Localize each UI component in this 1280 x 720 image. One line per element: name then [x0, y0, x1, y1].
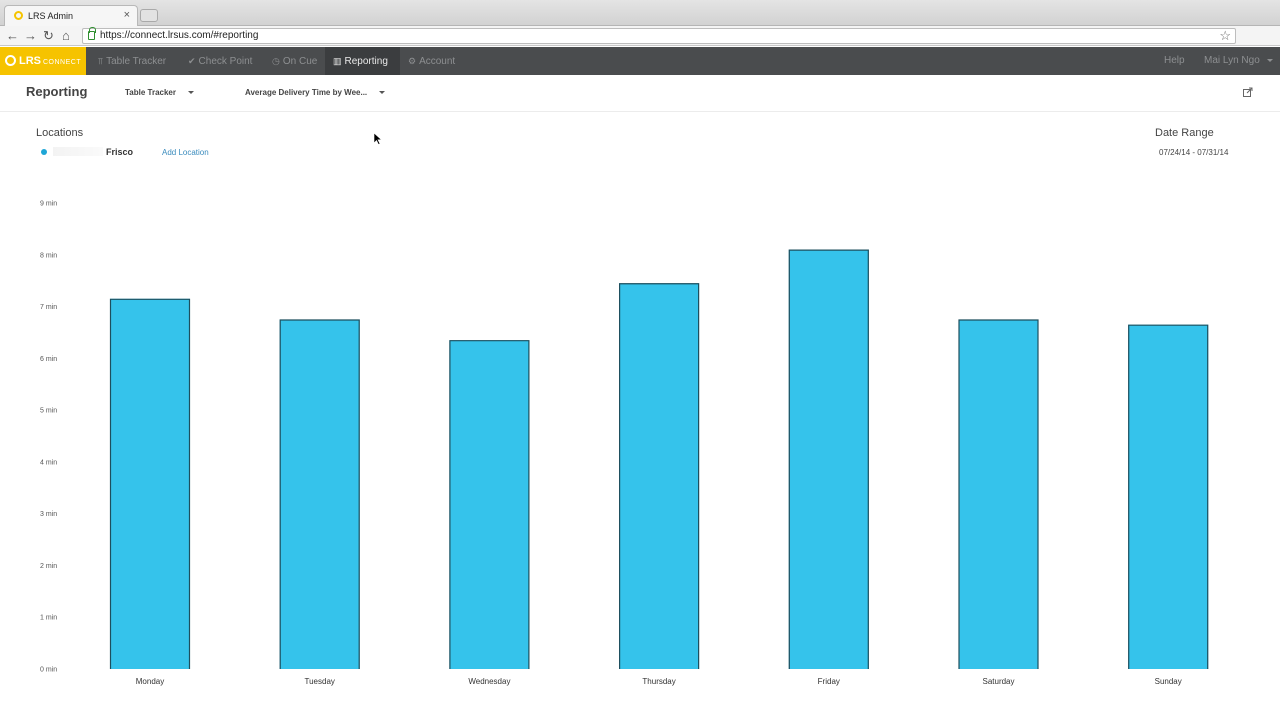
- location-redacted: [53, 147, 103, 156]
- user-name: Mai Lyn Ngo: [1204, 55, 1260, 66]
- nav-label: Reporting: [344, 56, 388, 67]
- bar-thursday[interactable]: [619, 283, 700, 669]
- chevron-down-icon: [1266, 59, 1273, 62]
- app-navbar: LRS CONNECT ⫪ Table Tracker ✔ Check Point ◷…: [0, 47, 1280, 75]
- nav-check-point[interactable]: ✔ Check Point: [180, 47, 260, 75]
- browser-toolbar: ← → ↻ ⌂ https://connect.lrsus.com/#repor…: [0, 26, 1280, 66]
- close-tab-icon[interactable]: ×: [124, 9, 130, 21]
- logo-ring-icon: [5, 55, 16, 66]
- page-title: Reporting: [26, 84, 88, 99]
- reload-icon[interactable]: ↻: [43, 28, 54, 44]
- browser-tab[interactable]: LRS Admin ×: [4, 5, 138, 26]
- user-menu[interactable]: Mai Lyn Ngo: [1196, 47, 1280, 75]
- nav-on-cue[interactable]: ◷ On Cue: [264, 47, 325, 75]
- address-url: https://connect.lrsus.com/#reporting: [100, 30, 259, 41]
- logo-text: LRS: [19, 55, 41, 67]
- export-icon[interactable]: [1243, 87, 1253, 97]
- y-tick-label: 7 min: [40, 304, 57, 311]
- forward-icon[interactable]: →: [24, 28, 37, 44]
- browser-tabstrip: LRS Admin ×: [0, 0, 1280, 26]
- lock-icon: [88, 27, 96, 40]
- bar-rect[interactable]: [1128, 324, 1209, 669]
- table-icon: ⫪: [98, 56, 104, 66]
- y-tick-label: 5 min: [40, 408, 57, 415]
- y-tick-label: 1 min: [40, 615, 57, 622]
- x-category-label: Monday: [136, 677, 164, 686]
- locations-label: Locations: [36, 127, 84, 139]
- nav-reporting[interactable]: ▥ Reporting: [325, 47, 400, 75]
- y-tick-label: 3 min: [40, 511, 57, 518]
- gear-icon: ⚙: [408, 56, 417, 66]
- bar-rect[interactable]: [619, 283, 700, 669]
- nav-account[interactable]: ⚙ Account: [400, 47, 463, 75]
- date-range-value[interactable]: 07/24/14 - 07/31/14: [1159, 148, 1228, 157]
- bar-sunday[interactable]: [1128, 324, 1209, 669]
- chevron-down-icon: [379, 91, 386, 94]
- bar-saturday[interactable]: [958, 319, 1039, 670]
- nav-help[interactable]: Help: [1156, 47, 1193, 75]
- bar-rect[interactable]: [279, 319, 360, 670]
- bar-friday[interactable]: [788, 249, 869, 669]
- nav-label: Check Point: [198, 56, 253, 67]
- y-tick-label: 6 min: [40, 356, 57, 363]
- x-category-label: Friday: [818, 677, 840, 686]
- address-bar[interactable]: https://connect.lrsus.com/#reporting ☆: [82, 27, 1236, 44]
- report-select[interactable]: Average Delivery Time by Wee...: [245, 88, 386, 97]
- y-tick-label: 0 min: [40, 667, 57, 674]
- nav-label: On Cue: [282, 56, 318, 67]
- x-category-label: Saturday: [982, 677, 1014, 686]
- new-tab-button[interactable]: [140, 9, 158, 22]
- location-status-dot: [41, 149, 47, 155]
- reporting-header: Reporting Table Tracker Average Delivery…: [0, 75, 1280, 112]
- report-select-value: Average Delivery Time by Wee...: [245, 88, 368, 97]
- check-icon: ✔: [188, 56, 196, 66]
- y-tick-label: 2 min: [40, 563, 57, 570]
- x-category-label: Wednesday: [468, 677, 510, 686]
- home-icon[interactable]: ⌂: [62, 28, 70, 44]
- logo-subtext: CONNECT: [43, 59, 82, 66]
- back-icon[interactable]: ←: [6, 28, 19, 44]
- mouse-cursor-icon: [374, 133, 382, 145]
- product-select-value: Table Tracker: [125, 88, 176, 97]
- y-tick-label: 9 min: [40, 201, 57, 208]
- bookmark-star-icon[interactable]: ☆: [1219, 28, 1231, 44]
- bar-monday[interactable]: [109, 298, 191, 669]
- bar-rect[interactable]: [958, 319, 1039, 670]
- x-category-label: Tuesday: [305, 677, 335, 686]
- x-category-label: Thursday: [642, 677, 675, 686]
- x-category-label: Sunday: [1155, 677, 1182, 686]
- product-select[interactable]: Table Tracker: [125, 88, 194, 97]
- bar-chart-icon: ▥: [333, 56, 342, 66]
- bar-rect[interactable]: [788, 249, 869, 669]
- delivery-time-bar-chart: 0 min 1 min 2 min 3 min 4 min 5 min 6 min 7 min…: [40, 201, 1209, 686]
- bar-tuesday[interactable]: [279, 319, 360, 670]
- y-tick-label: 8 min: [40, 252, 57, 259]
- nav-label: Table Tracker: [106, 56, 167, 67]
- lrs-connect-logo[interactable]: LRS CONNECT: [0, 47, 86, 75]
- location-name[interactable]: Frisco: [106, 147, 133, 157]
- date-range-label: Date Range: [1155, 127, 1214, 139]
- nav-label: Account: [419, 56, 456, 67]
- bar-rect[interactable]: [110, 298, 190, 669]
- browser-tab-title: LRS Admin: [28, 11, 74, 21]
- add-location-link[interactable]: Add Location: [162, 148, 209, 157]
- clock-icon: ◷: [272, 56, 280, 66]
- bar-rect[interactable]: [449, 340, 530, 669]
- lrs-favicon-icon: [14, 11, 23, 20]
- y-tick-label: 4 min: [40, 459, 57, 466]
- chevron-down-icon: [188, 91, 194, 94]
- bar-wednesday[interactable]: [449, 340, 530, 669]
- nav-table-tracker[interactable]: ⫪ Table Tracker: [90, 47, 174, 75]
